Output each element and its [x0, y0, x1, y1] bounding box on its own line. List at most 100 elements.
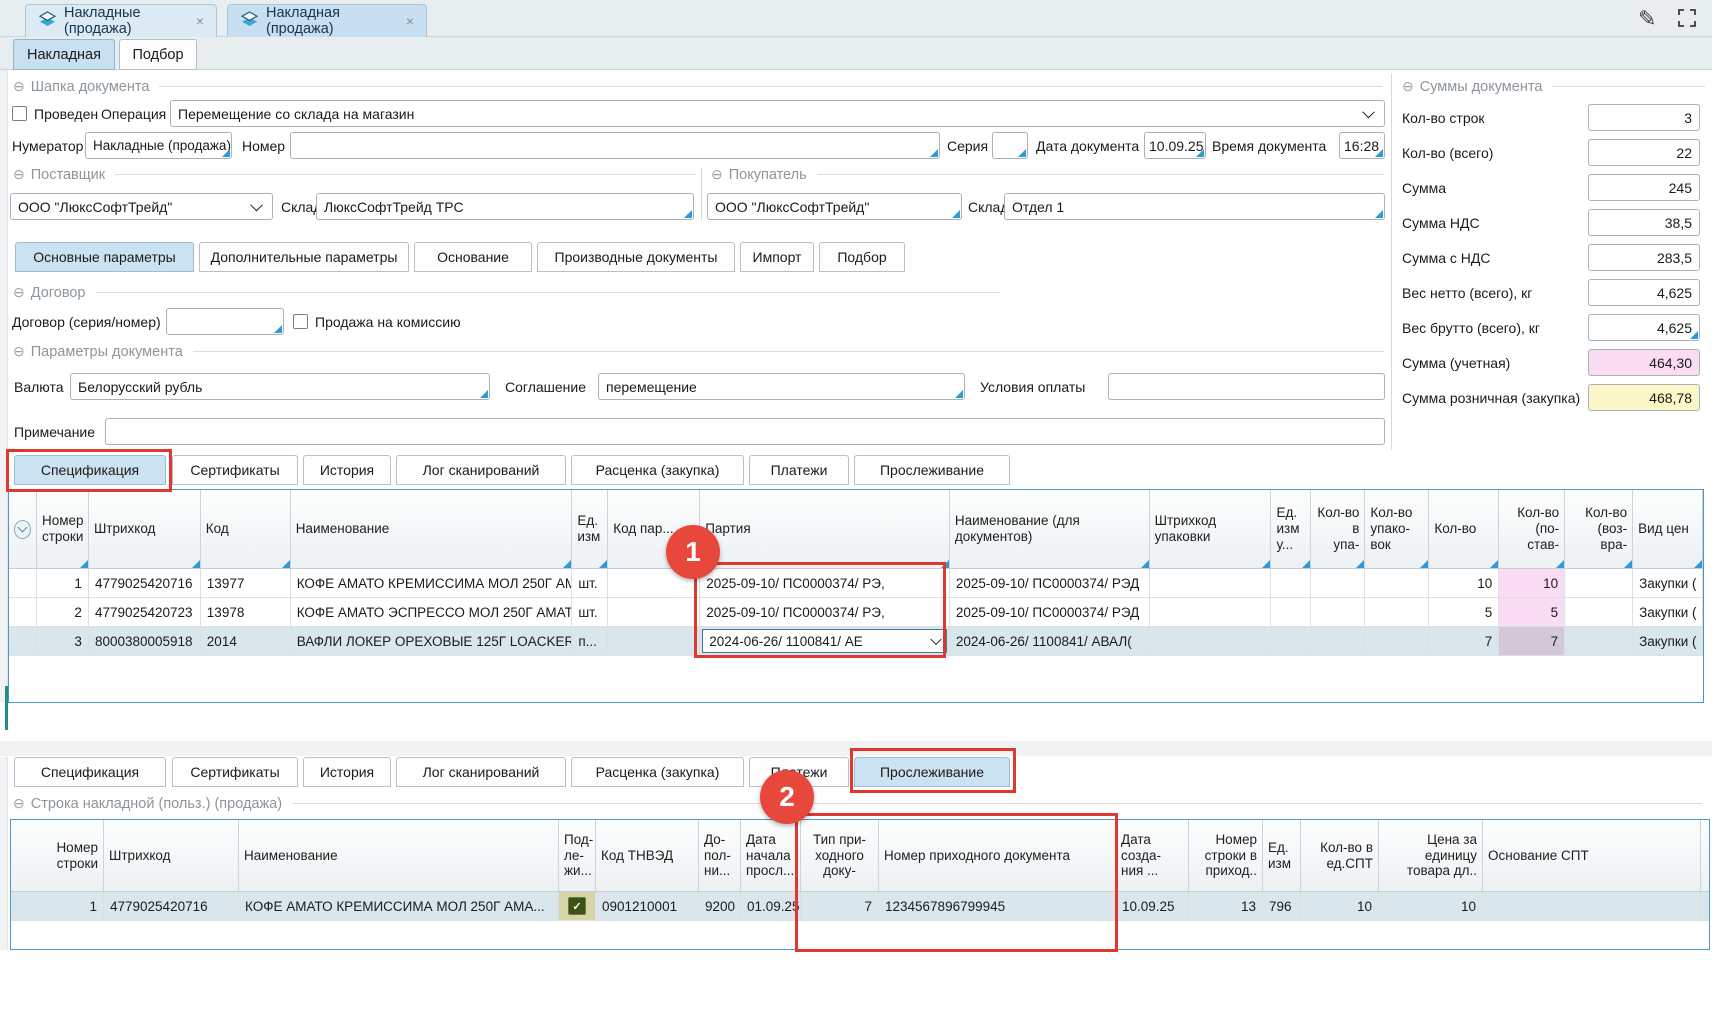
collapse-icon[interactable]: ⊖: [711, 166, 723, 183]
tab-certificates[interactable]: Сертификаты: [172, 455, 298, 485]
number-label: Номер: [242, 132, 285, 159]
tab-podbor[interactable]: Подбор: [119, 39, 197, 70]
collapse-icon[interactable]: ⊖: [13, 343, 25, 360]
tab-payments[interactable]: Платежи: [749, 455, 849, 485]
window-tab-invoice[interactable]: Накладная (продажа) ×: [227, 4, 427, 37]
tab-main-params[interactable]: Основные параметры: [15, 242, 194, 272]
series-field[interactable]: [992, 132, 1028, 159]
tab-selection[interactable]: Подбор: [819, 242, 905, 272]
sum-field-retail[interactable]: 468,78: [1588, 384, 1700, 411]
trace-col-header[interactable]: Дата начала просл...: [741, 820, 801, 891]
tab-history-2[interactable]: История: [303, 757, 391, 787]
trace-col-header[interactable]: Основание СПТ: [1483, 820, 1701, 891]
spec-col-header[interactable]: Штрихкод: [89, 490, 201, 568]
buyer-warehouse-field[interactable]: Отдел 1: [1004, 193, 1385, 220]
tab-pricing-2[interactable]: Расценка (закупка): [571, 757, 744, 787]
trace-col-header[interactable]: Дата созда- ния ...: [1116, 820, 1189, 891]
collapse-icon[interactable]: ⊖: [1402, 78, 1414, 95]
spec-col-header[interactable]: Штрихкод упаковки: [1150, 490, 1272, 568]
sum-field-lines-count[interactable]: 3: [1588, 104, 1700, 131]
cell-start-date: 01.09.25: [741, 892, 801, 920]
contract-number-field[interactable]: [166, 308, 284, 335]
spec-col-header[interactable]: Вид цен: [1633, 490, 1703, 568]
tab-certificates-2[interactable]: Сертификаты: [172, 757, 298, 787]
tab-tracing[interactable]: Прослеживание: [854, 455, 1010, 485]
close-icon[interactable]: ×: [406, 13, 414, 29]
doc-date-field[interactable]: 10.09.25: [1144, 132, 1206, 159]
sum-field-qty-total[interactable]: 22: [1588, 139, 1700, 166]
payment-terms-field[interactable]: [1108, 373, 1385, 400]
tab-import[interactable]: Импорт: [740, 242, 814, 272]
spec-col-header[interactable]: Код: [201, 490, 291, 568]
edit-icon[interactable]: ✎: [1638, 6, 1656, 32]
sum-field-gross-weight[interactable]: 4,625: [1588, 314, 1700, 341]
spec-col-header[interactable]: Кол-во (по- став-: [1499, 490, 1565, 568]
cell-qty-supplied: 10: [1499, 569, 1565, 597]
trace-col-header[interactable]: До- пол- ни...: [699, 820, 741, 891]
doc-time-field[interactable]: 16:28: [1339, 132, 1385, 159]
trace-col-header[interactable]: Штрихкод: [104, 820, 239, 891]
note-field[interactable]: [105, 418, 1385, 445]
supplier-warehouse-field[interactable]: ЛюксСофтТрейд ТРС: [316, 193, 694, 220]
tab-history[interactable]: История: [303, 455, 391, 485]
tab-specification-2[interactable]: Спецификация: [14, 757, 166, 787]
sum-field-amount[interactable]: 245: [1588, 174, 1700, 201]
tab-extra-params[interactable]: Дополнительные параметры: [199, 242, 409, 272]
column-options-icon[interactable]: [9, 490, 37, 568]
close-icon[interactable]: ×: [196, 13, 204, 29]
collapse-icon[interactable]: ⊖: [13, 795, 25, 812]
trace-col-header[interactable]: Ед. изм: [1263, 820, 1301, 891]
sum-field-net-weight[interactable]: 4,625: [1588, 279, 1700, 306]
fullscreen-icon[interactable]: [1676, 7, 1698, 32]
tab-nakladnaya[interactable]: Накладная: [13, 39, 115, 70]
window-tab-invoices-list[interactable]: Накладные (продажа) ×: [25, 4, 217, 37]
trace-col-header[interactable]: Код ТНВЭД: [596, 820, 699, 891]
numerator-label: Нумератор: [12, 132, 83, 159]
agreement-field[interactable]: перемещение: [598, 373, 965, 400]
group-doc-header: ⊖ Шапка документа: [10, 78, 1382, 95]
trace-col-header[interactable]: Под- ле- жи...: [559, 820, 596, 891]
spec-col-header[interactable]: Кол-во: [1429, 490, 1499, 568]
trace-col-header[interactable]: Номер строки в приход..: [1189, 820, 1263, 891]
sum-field-accounting[interactable]: 464,30: [1588, 349, 1700, 376]
supplier-select[interactable]: ООО "ЛюксСофтТрейд": [10, 193, 273, 220]
currency-field[interactable]: Белорусский рубль: [70, 373, 490, 400]
spec-col-header[interactable]: Наименование: [291, 490, 573, 568]
collapse-icon[interactable]: ⊖: [13, 284, 25, 301]
spec-col-header[interactable]: Номер строки: [37, 490, 89, 568]
spec-col-header[interactable]: Партия: [700, 490, 950, 568]
sum-field-amount-vat[interactable]: 283,5: [1588, 244, 1700, 271]
tab-pricing[interactable]: Расценка (закупка): [571, 455, 744, 485]
spec-col-header[interactable]: Ед. изм: [572, 490, 608, 568]
group-title: Суммы документа: [1420, 79, 1543, 95]
numerator-field[interactable]: Накладные (продажа): [85, 132, 232, 159]
tab-scan-log[interactable]: Лог сканирований: [396, 455, 566, 485]
tab-label: Дополнительные параметры: [211, 249, 398, 265]
group-line: [193, 351, 1384, 352]
tab-derived-docs[interactable]: Производные документы: [537, 242, 735, 272]
tab-scan-log-2[interactable]: Лог сканирований: [396, 757, 566, 787]
trace-col-header[interactable]: Цена за единицу товара дл..: [1379, 820, 1483, 891]
tab-basis[interactable]: Основание: [414, 242, 532, 272]
spec-col-header[interactable]: Наименование (для документов): [950, 490, 1150, 568]
proveden-checkbox[interactable]: [12, 106, 27, 121]
collapsed-panel-handle[interactable]: [5, 686, 8, 730]
spec-col-header[interactable]: Ед. изм у...: [1271, 490, 1311, 568]
trace-col-header[interactable]: Наименование: [239, 820, 559, 891]
sum-label: Сумма (учетная): [1402, 349, 1510, 376]
spec-col-header[interactable]: Кол-во в упа-: [1311, 490, 1365, 568]
annotation-badge-1: 1: [666, 525, 720, 579]
buyer-field[interactable]: ООО "ЛюксСофтТрейд": [707, 193, 962, 220]
collapse-icon[interactable]: ⊖: [13, 78, 25, 95]
trace-col-header[interactable]: Кол-во в ед.СПТ: [1301, 820, 1379, 891]
number-field[interactable]: [290, 132, 940, 159]
trace-col-header[interactable]: Номер строки: [11, 820, 104, 891]
spec-col-header[interactable]: Кол-во упако- вок: [1365, 490, 1429, 568]
spec-col-header[interactable]: Кол-во (воз- вра-: [1565, 490, 1633, 568]
checked-checkbox-icon[interactable]: ✓: [568, 897, 586, 915]
sum-field-vat[interactable]: 38,5: [1588, 209, 1700, 236]
collapse-icon[interactable]: ⊖: [13, 166, 25, 183]
operation-select[interactable]: Перемещение со склада на магазин: [170, 100, 1385, 127]
commission-checkbox[interactable]: [293, 314, 308, 329]
sum-value: 468,78: [1649, 390, 1692, 406]
